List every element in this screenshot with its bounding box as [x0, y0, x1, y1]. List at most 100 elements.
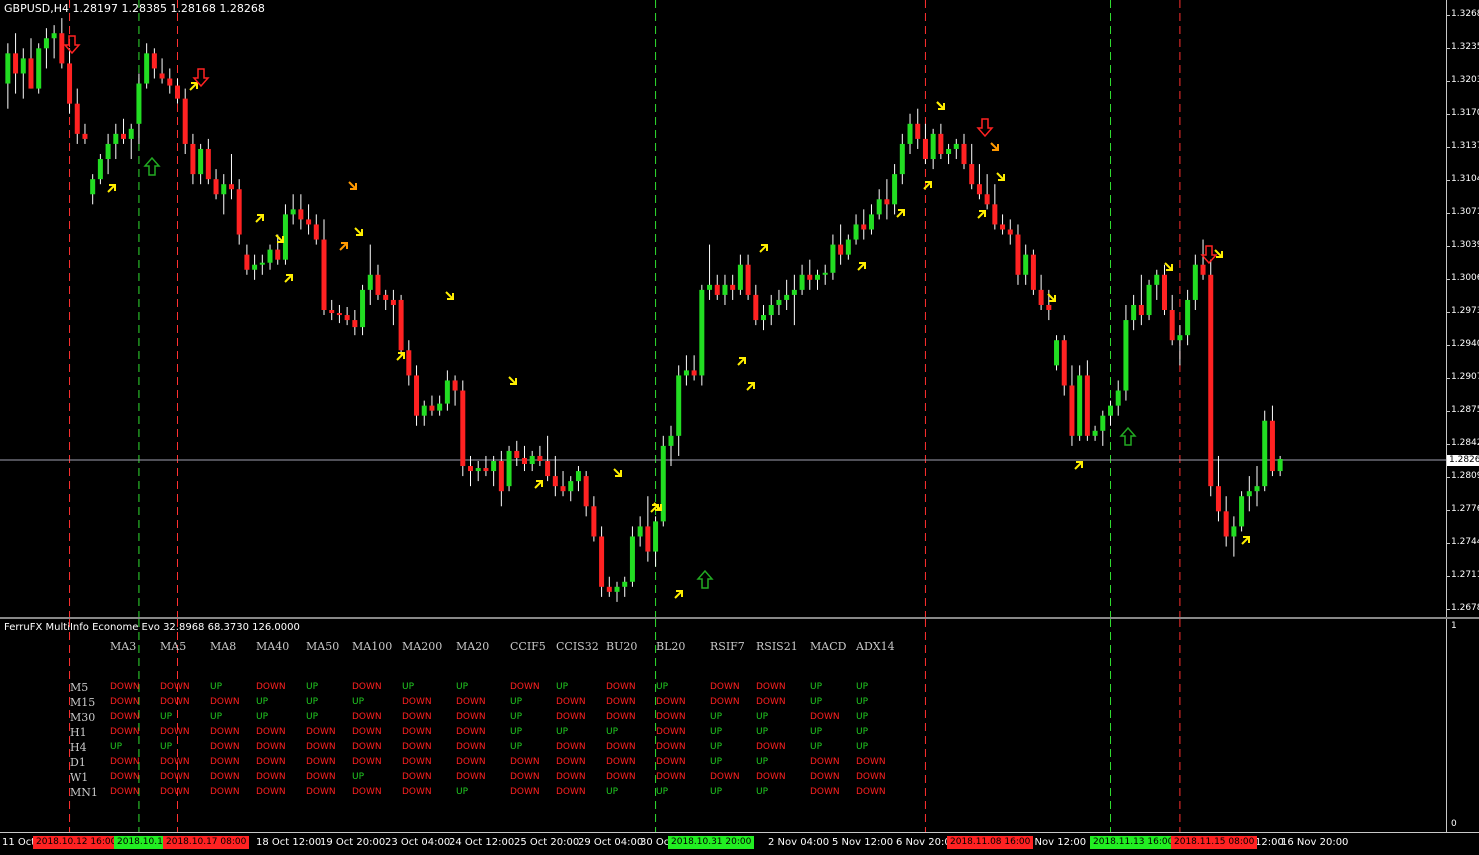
signal-cell: DOWN [160, 682, 190, 692]
signal-cell: DOWN [306, 757, 336, 767]
signal-cell: UP [306, 697, 319, 707]
price-label: 1.2973 [1451, 306, 1479, 317]
candle [36, 43, 42, 94]
signal-cell: DOWN [210, 727, 240, 737]
price-tick [1447, 278, 1450, 280]
candle [1154, 269, 1160, 300]
candle-body [938, 133, 944, 154]
signal-cell: DOWN [456, 757, 486, 767]
signal-cell: DOWN [210, 772, 240, 782]
candle-body [167, 78, 173, 86]
candle [159, 58, 165, 84]
price-axis[interactable]: 1.3268 1.3235 1.3203 1.3170 1.3137 1.3104 1.30… [1446, 0, 1479, 617]
candle-body [36, 48, 42, 89]
signal-cell: UP [856, 697, 869, 707]
candle-body [259, 262, 265, 265]
candle [1100, 410, 1106, 446]
candle-body [591, 506, 597, 537]
candle [221, 174, 227, 215]
candle [468, 455, 474, 487]
candle-body [59, 33, 65, 64]
candle-body [1154, 274, 1160, 285]
signal-cell: UP [306, 682, 319, 692]
signal-cell: UP [656, 682, 669, 692]
candle [1054, 335, 1060, 371]
candle-body [853, 224, 859, 240]
signal-cell: UP [756, 727, 769, 737]
time-badge: 2018.10.12 16:00 [33, 836, 120, 849]
candle [1231, 516, 1237, 557]
signal-cell: UP [556, 682, 569, 692]
candle [868, 204, 874, 235]
candle [1015, 224, 1021, 285]
signal-cell: DOWN [756, 697, 786, 707]
candle-body [984, 194, 990, 205]
candle [452, 375, 458, 406]
price-label: 1.2776 [1451, 504, 1479, 515]
candle-body [498, 460, 504, 492]
signal-cell: DOWN [210, 697, 240, 707]
candle [236, 179, 242, 245]
price-chart[interactable]: GBPUSD,H4 1.28197 1.28385 1.28168 1.2826… [0, 0, 1446, 617]
candle-body [1061, 340, 1067, 386]
candle [537, 445, 543, 467]
candle-body [1215, 486, 1221, 512]
candle [1000, 214, 1006, 235]
candle [290, 194, 296, 225]
candle-body [583, 476, 589, 507]
candle [768, 294, 774, 326]
price-label: 1.2711 [1451, 569, 1479, 580]
candle [591, 496, 597, 542]
candle [699, 284, 705, 386]
price-label: 1.2809 [1451, 471, 1479, 482]
candle-body [907, 123, 913, 144]
candle-body [475, 468, 481, 472]
candle-body [236, 189, 242, 235]
candle-body [1246, 491, 1252, 497]
time-axis[interactable]: 11 Oct 18 Oct 12:00 19 Oct 20:00 23 Oct 04:… [0, 832, 1479, 855]
signal-cell: DOWN [306, 787, 336, 797]
candle-body [1262, 420, 1268, 487]
candle [128, 123, 134, 160]
signal-cell: DOWN [856, 757, 886, 767]
signal-arrow-icon [996, 172, 1005, 181]
signal-cell: DOWN [306, 742, 336, 752]
candle-body [1200, 264, 1206, 275]
candle-body [892, 174, 898, 205]
indicator-title: FerruFX MultiInfo Econome Evo 32.8968 68… [4, 622, 300, 633]
candle-body [629, 536, 635, 582]
signal-cell: DOWN [556, 742, 586, 752]
candle-body [97, 159, 103, 180]
signal-cell: DOWN [606, 712, 636, 722]
candle [1239, 491, 1245, 532]
candle [645, 496, 651, 562]
candle-body [722, 284, 728, 295]
candle [1208, 259, 1214, 497]
indicator-panel[interactable]: FerruFX MultiInfo Econome Evo 32.8968 68… [0, 619, 1446, 832]
candle-body [1239, 496, 1245, 527]
time-label: 12:00 [1255, 837, 1284, 848]
signal-arrow-icon [255, 214, 264, 223]
signal-cell: UP [710, 742, 723, 752]
candle [606, 576, 612, 597]
price-tick [1447, 510, 1450, 512]
signal-cell: DOWN [110, 787, 140, 797]
candle [174, 78, 180, 104]
signal-cell: UP [810, 697, 823, 707]
candle [444, 370, 450, 411]
signal-cell: DOWN [510, 682, 540, 692]
candle [198, 143, 204, 185]
candle-body [20, 58, 26, 74]
signal-arrow-icon [896, 209, 905, 218]
candle-body [961, 143, 967, 165]
signal-cell: DOWN [456, 697, 486, 707]
time-label: 18 Oct 12:00 [256, 837, 322, 848]
candle-body [421, 405, 427, 416]
signal-arrow-icon [339, 242, 348, 251]
candle-body [614, 586, 620, 592]
signal-cell: UP [856, 682, 869, 692]
candle-body [174, 85, 180, 99]
candle [390, 289, 396, 326]
candle [853, 214, 859, 245]
big-down-arrow-icon [1200, 245, 1218, 265]
